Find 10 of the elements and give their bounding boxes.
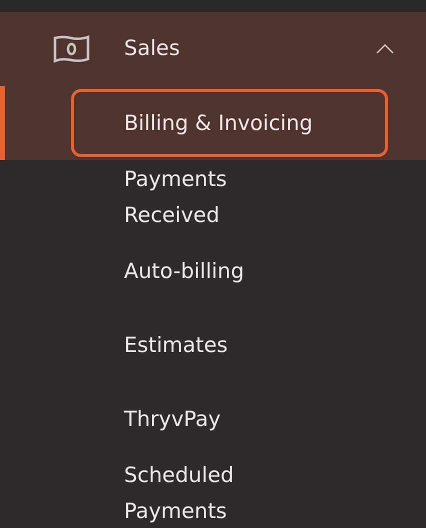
- sales-menu-header[interactable]: Sales: [0, 12, 426, 86]
- chevron-icon: [376, 44, 394, 54]
- submenu-item[interactable]: Payments Received: [121, 158, 230, 236]
- submenu-item[interactable]: ThryvPay: [121, 398, 224, 440]
- submenu-item[interactable]: Scheduled Payments: [121, 454, 237, 528]
- submenu-item[interactable]: Auto-billing: [121, 250, 248, 292]
- submenu-item[interactable]: Estimates: [121, 324, 231, 366]
- submenu-item[interactable]: Billing & Invoicing: [71, 89, 388, 157]
- sales-label: Sales: [124, 35, 180, 62]
- banknote-icon: [53, 35, 90, 63]
